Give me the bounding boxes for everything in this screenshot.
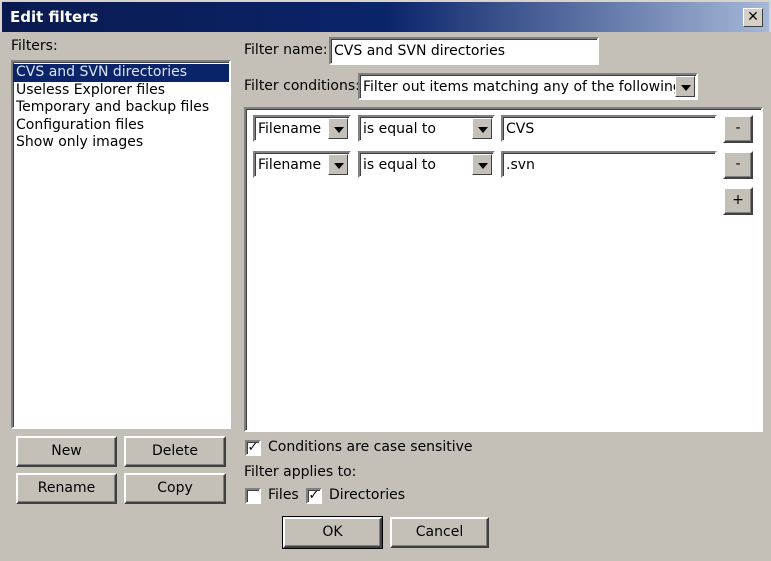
filters-label: Filters: xyxy=(11,38,58,54)
delete-button[interactable]: Delete xyxy=(124,436,226,467)
chevron-down-icon[interactable] xyxy=(328,118,348,139)
close-button[interactable]: ✕ xyxy=(743,8,763,27)
directories-label: Directories xyxy=(329,487,406,503)
new-button[interactable]: New xyxy=(16,436,117,467)
rename-button[interactable]: Rename xyxy=(16,473,117,504)
chevron-down-icon[interactable] xyxy=(472,154,492,175)
filter-conditions-select[interactable]: Filter out items matching any of the fol… xyxy=(358,73,698,100)
filter-name-label: Filter name: xyxy=(244,42,328,58)
filter-name-input[interactable]: CVS and SVN directories xyxy=(329,37,599,65)
condition-operator-select[interactable]: is equal to xyxy=(358,151,495,178)
files-checkbox[interactable] xyxy=(245,488,261,504)
applies-to-label: Filter applies to: xyxy=(244,464,357,480)
condition-field-value: Filename xyxy=(258,120,322,137)
remove-condition-button[interactable]: - xyxy=(723,115,753,143)
filter-list-item[interactable]: Show only images xyxy=(13,134,229,152)
condition-field-select[interactable]: Filename xyxy=(253,115,351,142)
title-bar: Edit filters ✕ xyxy=(0,0,771,32)
filter-conditions-label: Filter conditions: xyxy=(244,78,360,94)
case-sensitive-label: Conditions are case sensitive xyxy=(268,439,473,455)
filter-list-item[interactable]: CVS and SVN directories xyxy=(13,64,229,82)
cancel-button[interactable]: Cancel xyxy=(390,517,489,548)
case-sensitive-checkbox[interactable]: ✓ xyxy=(245,440,261,456)
directories-checkbox[interactable]: ✓ xyxy=(306,488,322,504)
condition-operator-value: is equal to xyxy=(363,156,436,173)
filter-list-item[interactable]: Useless Explorer files xyxy=(13,82,229,100)
copy-button[interactable]: Copy xyxy=(124,473,226,504)
add-condition-button[interactable]: + xyxy=(723,187,753,215)
filter-list-item[interactable]: Temporary and backup files xyxy=(13,99,229,117)
condition-value-input[interactable]: CVS xyxy=(501,115,717,142)
condition-field-select[interactable]: Filename xyxy=(253,151,351,178)
filter-list-item[interactable]: Configuration files xyxy=(13,117,229,135)
ok-button[interactable]: OK xyxy=(282,516,383,549)
filters-list[interactable]: CVS and SVN directories Useless Explorer… xyxy=(11,60,231,429)
chevron-down-icon[interactable] xyxy=(675,76,695,97)
condition-operator-value: is equal to xyxy=(363,120,436,137)
condition-value-input[interactable]: .svn xyxy=(501,151,717,178)
window-title: Edit filters xyxy=(10,8,99,26)
remove-condition-button[interactable]: - xyxy=(723,151,753,179)
files-label: Files xyxy=(268,487,299,503)
condition-field-value: Filename xyxy=(258,156,322,173)
chevron-down-icon[interactable] xyxy=(472,118,492,139)
condition-operator-select[interactable]: is equal to xyxy=(358,115,495,142)
chevron-down-icon[interactable] xyxy=(328,154,348,175)
filter-conditions-value: Filter out items matching any of the fol… xyxy=(363,78,682,95)
